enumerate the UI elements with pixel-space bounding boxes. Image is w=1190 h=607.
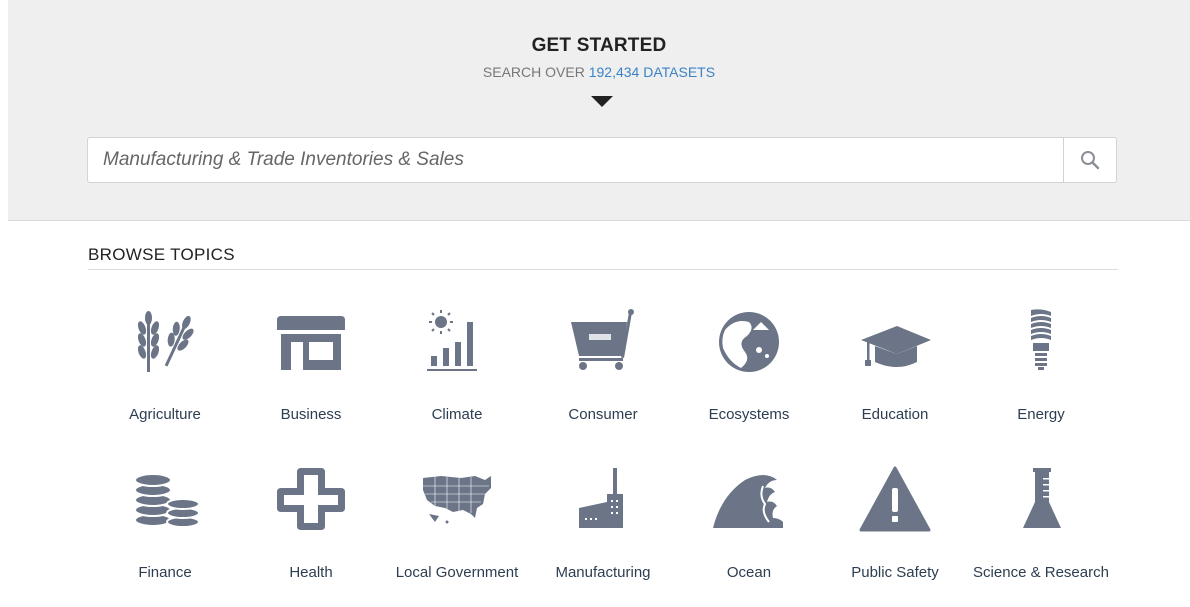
hero-title: GET STARTED (531, 35, 667, 56)
topic-label: Education (861, 406, 929, 423)
graduation-cap-icon (861, 326, 931, 367)
topic-label: Climate (431, 406, 483, 423)
topic-label: Health (289, 564, 333, 581)
topic-finance[interactable]: Finance (92, 466, 238, 581)
search-icon (1081, 151, 1100, 170)
topic-business[interactable]: Business (238, 308, 384, 423)
hero-banner: GET STARTED SEARCH OVER 192,434 DATASETS (8, 0, 1190, 221)
topic-label: Public Safety (851, 564, 939, 581)
wave-icon (713, 475, 783, 528)
dataset-count-link[interactable]: 192,434 DATASETS (589, 64, 715, 80)
light-bulb-icon (1031, 309, 1051, 370)
topic-label: Ocean (726, 564, 772, 581)
topic-climate[interactable]: Climate (384, 308, 530, 423)
topic-agriculture[interactable]: Agriculture (92, 308, 238, 423)
topic-label: Agriculture (129, 406, 201, 423)
medical-cross-icon (277, 468, 345, 530)
wheat-icon (137, 311, 194, 372)
topic-consumer[interactable]: Consumer (530, 308, 676, 423)
ecosystem-icon (719, 312, 779, 372)
topic-ecosystems[interactable]: Ecosystems (676, 308, 822, 423)
coin-stacks-icon (134, 473, 200, 528)
hero-subtitle-prefix: SEARCH OVER (482, 64, 589, 80)
search-input[interactable] (88, 138, 1063, 182)
topic-label: Manufacturing (555, 564, 651, 581)
topic-label: Finance (138, 564, 192, 581)
caret-down-icon (591, 96, 613, 107)
topic-manufacturing[interactable]: Manufacturing (530, 466, 676, 581)
us-map-icon (423, 476, 491, 524)
browse-topics-heading: BROWSE TOPICS (88, 245, 1118, 270)
topic-ocean[interactable]: Ocean (676, 466, 822, 581)
storefront-icon (277, 316, 345, 370)
topic-label: Energy (1017, 406, 1065, 423)
topic-label: Business (280, 406, 342, 423)
topic-health[interactable]: Health (238, 466, 384, 581)
topic-label: Local Government (395, 564, 519, 581)
hero-subtitle: SEARCH OVER 192,434 DATASETS (8, 64, 1190, 80)
topic-label: Ecosystems (708, 406, 790, 423)
topic-label: Consumer (568, 406, 638, 423)
search-box (87, 137, 1117, 183)
shopping-cart-icon (571, 309, 634, 370)
sun-bar-chart-icon (427, 310, 477, 371)
topic-education[interactable]: Education (822, 308, 968, 423)
topic-local-government[interactable]: Local Government (384, 466, 530, 581)
factory-icon (579, 468, 623, 528)
topic-science-research[interactable]: Science & Research (968, 466, 1114, 581)
flask-icon (1023, 468, 1061, 528)
search-button[interactable] (1063, 138, 1116, 182)
warning-triangle-icon (859, 466, 931, 532)
topic-label: Science & Research (973, 564, 1109, 581)
topic-energy[interactable]: Energy (968, 308, 1114, 423)
topic-public-safety[interactable]: Public Safety (822, 466, 968, 581)
